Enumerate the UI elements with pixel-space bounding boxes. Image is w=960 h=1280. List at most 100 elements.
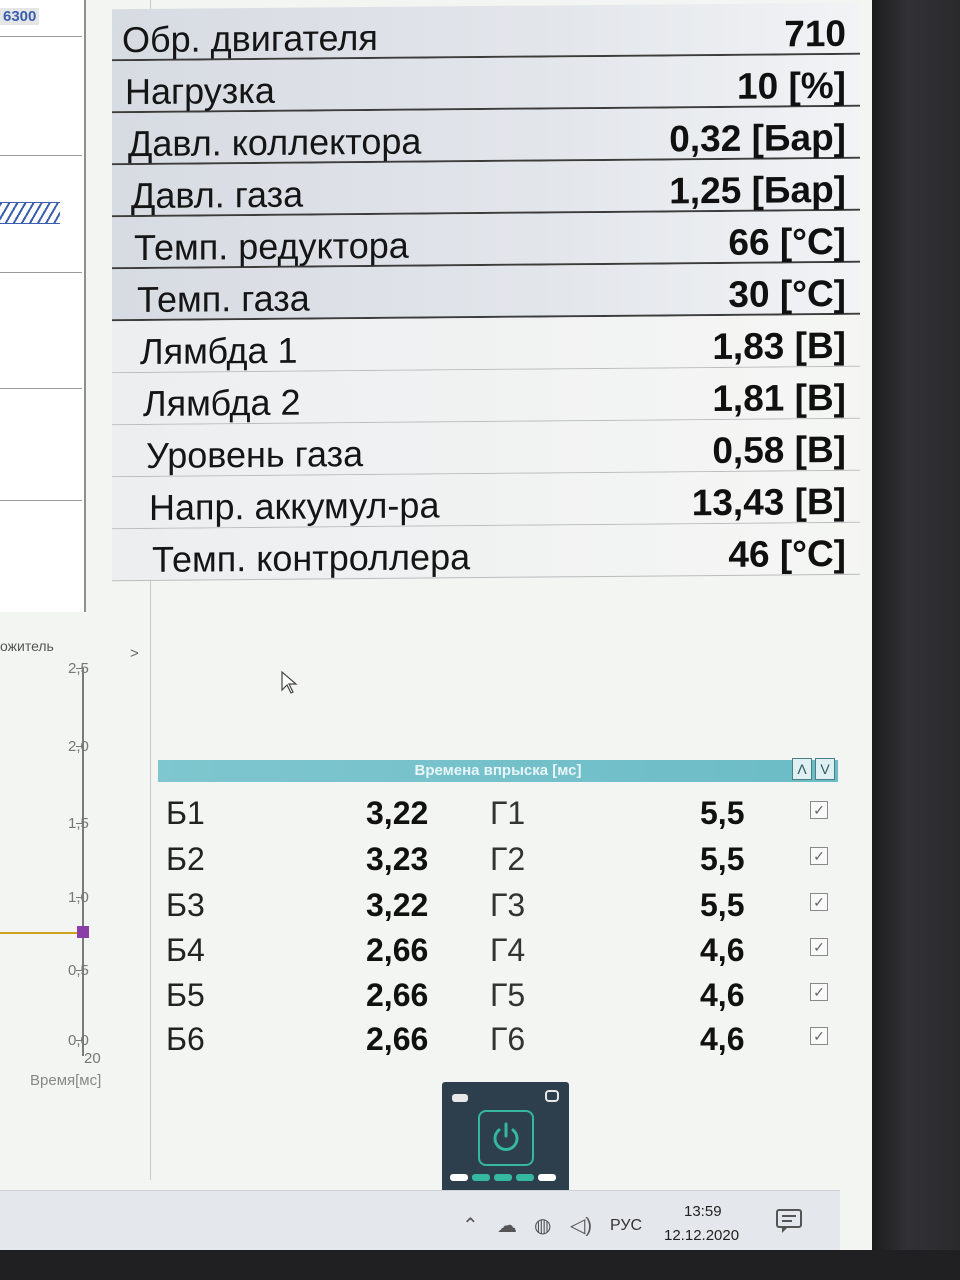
parameter-table: Обр. двигателя 710 Нагрузка 10 [%] Давл.… — [112, 2, 860, 582]
gas-injector-label: Г6 — [490, 1021, 526, 1057]
gas-injector-label: Г3 — [490, 887, 526, 923]
injection-row: Б4 2,66 Г4 4,6 ✓ — [160, 932, 840, 976]
param-name: Напр. аккумул-ра — [149, 484, 440, 528]
camera-icon[interactable] — [545, 1090, 559, 1102]
petrol-injector-label: Б2 — [166, 841, 205, 877]
petrol-injection-time: 2,66 — [366, 977, 429, 1013]
param-row-engine-rpm: Обр. двигателя 710 — [112, 2, 860, 62]
param-value: 66 [°C] — [728, 220, 846, 263]
petrol-injector-label: Б1 — [166, 795, 205, 831]
injector-enable-checkbox[interactable]: ✓ — [810, 893, 828, 911]
y-tick-mark — [76, 897, 84, 898]
param-row-reducer-temp: Темп. редуктора 66 [°C] — [112, 210, 860, 270]
param-value: 1,25 [Бар] — [669, 168, 846, 212]
y-tick-mark — [76, 970, 84, 971]
status-pill-icon — [452, 1094, 468, 1102]
mode-dot — [472, 1174, 490, 1181]
chart-gridline — [0, 388, 82, 389]
gas-injector-label: Г4 — [490, 932, 526, 968]
param-row-lambda-2: Лямбда 2 1,81 [В] — [112, 366, 860, 426]
chevron-up-icon[interactable]: ⌃ — [462, 1213, 479, 1238]
param-name: Давл. коллектора — [128, 120, 422, 165]
chart-corner-label: 6300 — [0, 8, 40, 25]
injection-times-header: Времена впрыска [мс] — [158, 760, 838, 782]
injection-row: Б3 3,22 Г3 5,5 ✓ — [160, 887, 840, 931]
param-name: Обр. двигателя — [122, 16, 378, 61]
param-name: Давл. газа — [131, 173, 304, 217]
param-name: Нагрузка — [125, 69, 275, 113]
petrol-injection-time: 3,22 — [366, 795, 429, 831]
expand-panel-icon[interactable]: > — [130, 645, 139, 662]
param-name: Лямбда 1 — [140, 329, 298, 373]
param-row-load: Нагрузка 10 [%] — [112, 54, 860, 114]
chart-gridline — [0, 155, 82, 156]
speaker-icon[interactable]: ◁) — [570, 1213, 592, 1238]
x-tick-label: 20 — [84, 1050, 101, 1067]
param-value: 10 [%] — [737, 64, 846, 107]
param-name: Темп. контроллера — [152, 536, 471, 580]
mouse-cursor-icon — [281, 670, 298, 694]
petrol-injector-label: Б3 — [166, 887, 205, 923]
chart-hatched-band — [0, 202, 60, 224]
time-axis-title: Время[мс] — [30, 1072, 102, 1089]
injection-row: Б1 3,22 Г1 5,5 ✓ — [160, 795, 840, 839]
chart-gridline — [0, 272, 82, 273]
gas-injection-time: 4,6 — [700, 932, 745, 968]
chart-gridline — [0, 36, 82, 37]
mode-dot — [450, 1174, 468, 1181]
petrol-injection-time: 2,66 — [366, 932, 429, 968]
gas-injection-time: 5,5 — [700, 795, 745, 831]
injector-enable-checkbox[interactable]: ✓ — [810, 1027, 828, 1045]
scroll-down-button[interactable]: V — [815, 758, 835, 780]
notification-center-icon[interactable] — [774, 1207, 804, 1235]
param-row-gas-level: Уровень газа 0,58 [В] — [112, 418, 860, 478]
gas-injection-time: 4,6 — [700, 1021, 745, 1057]
petrol-injection-time: 3,23 — [366, 841, 429, 877]
cloud-icon[interactable]: ☁ — [497, 1213, 517, 1238]
chart-gridline — [0, 500, 82, 501]
keyboard-language[interactable]: РУС — [610, 1217, 642, 1235]
gas-injector-label: Г2 — [490, 841, 526, 877]
petrol-injection-time: 3,22 — [366, 887, 429, 923]
param-value: 46 [°C] — [728, 532, 846, 575]
param-name: Темп. редуктора — [134, 224, 409, 269]
param-row-gas-pressure: Давл. газа 1,25 [Бар] — [112, 158, 860, 218]
clock-date[interactable]: 12.12.2020 — [664, 1227, 739, 1244]
petrol-injector-label: Б4 — [166, 932, 205, 968]
petrol-injector-label: Б6 — [166, 1021, 205, 1057]
mode-dot — [516, 1174, 534, 1181]
param-name: Уровень газа — [146, 433, 364, 476]
y-tick-mark — [76, 668, 84, 669]
gas-injector-label: Г5 — [490, 977, 526, 1013]
param-row-controller-temp: Темп. контроллера 46 [°C] — [112, 522, 860, 582]
param-row-manifold-pressure: Давл. коллектора 0,32 [Бар] — [112, 106, 860, 166]
injector-enable-checkbox[interactable]: ✓ — [810, 847, 828, 865]
gas-injection-time: 5,5 — [700, 841, 745, 877]
rpm-chart-panel: 6300 — [0, 0, 86, 612]
gas-injection-time: 4,6 — [700, 977, 745, 1013]
globe-icon[interactable]: ◍ — [534, 1213, 551, 1238]
multiplier-series-marker[interactable] — [77, 926, 89, 938]
param-row-battery-voltage: Напр. аккумул-ра 13,43 [В] — [112, 470, 860, 530]
injection-row: Б2 3,23 Г2 5,5 ✓ — [160, 841, 840, 885]
mode-dot — [538, 1174, 556, 1181]
param-name: Темп. газа — [137, 277, 310, 321]
controller-status-widget[interactable] — [442, 1082, 569, 1194]
scroll-up-button[interactable]: Λ — [792, 758, 812, 780]
param-value: 0,32 [Бар] — [669, 116, 846, 160]
app-window: 6300 ожитель 2,5 2,0 1,5 1,0 0,5 0,0 20 … — [0, 0, 880, 1255]
petrol-injector-label: Б5 — [166, 977, 205, 1013]
clock-time[interactable]: 13:59 — [684, 1203, 722, 1220]
power-button[interactable] — [478, 1110, 534, 1166]
monitor-bezel — [0, 1250, 960, 1280]
mode-indicator-dots — [450, 1168, 560, 1186]
power-icon — [493, 1122, 519, 1151]
injector-enable-checkbox[interactable]: ✓ — [810, 983, 828, 1001]
param-row-lambda-1: Лямбда 1 1,83 [В] — [112, 314, 860, 374]
param-value: 1,83 [В] — [712, 324, 846, 368]
injection-row: Б5 2,66 Г5 4,6 ✓ — [160, 977, 840, 1021]
param-row-gas-temp: Темп. газа 30 [°C] — [112, 262, 860, 322]
multiplier-y-axis — [82, 668, 84, 1056]
injector-enable-checkbox[interactable]: ✓ — [810, 801, 828, 819]
injector-enable-checkbox[interactable]: ✓ — [810, 938, 828, 956]
